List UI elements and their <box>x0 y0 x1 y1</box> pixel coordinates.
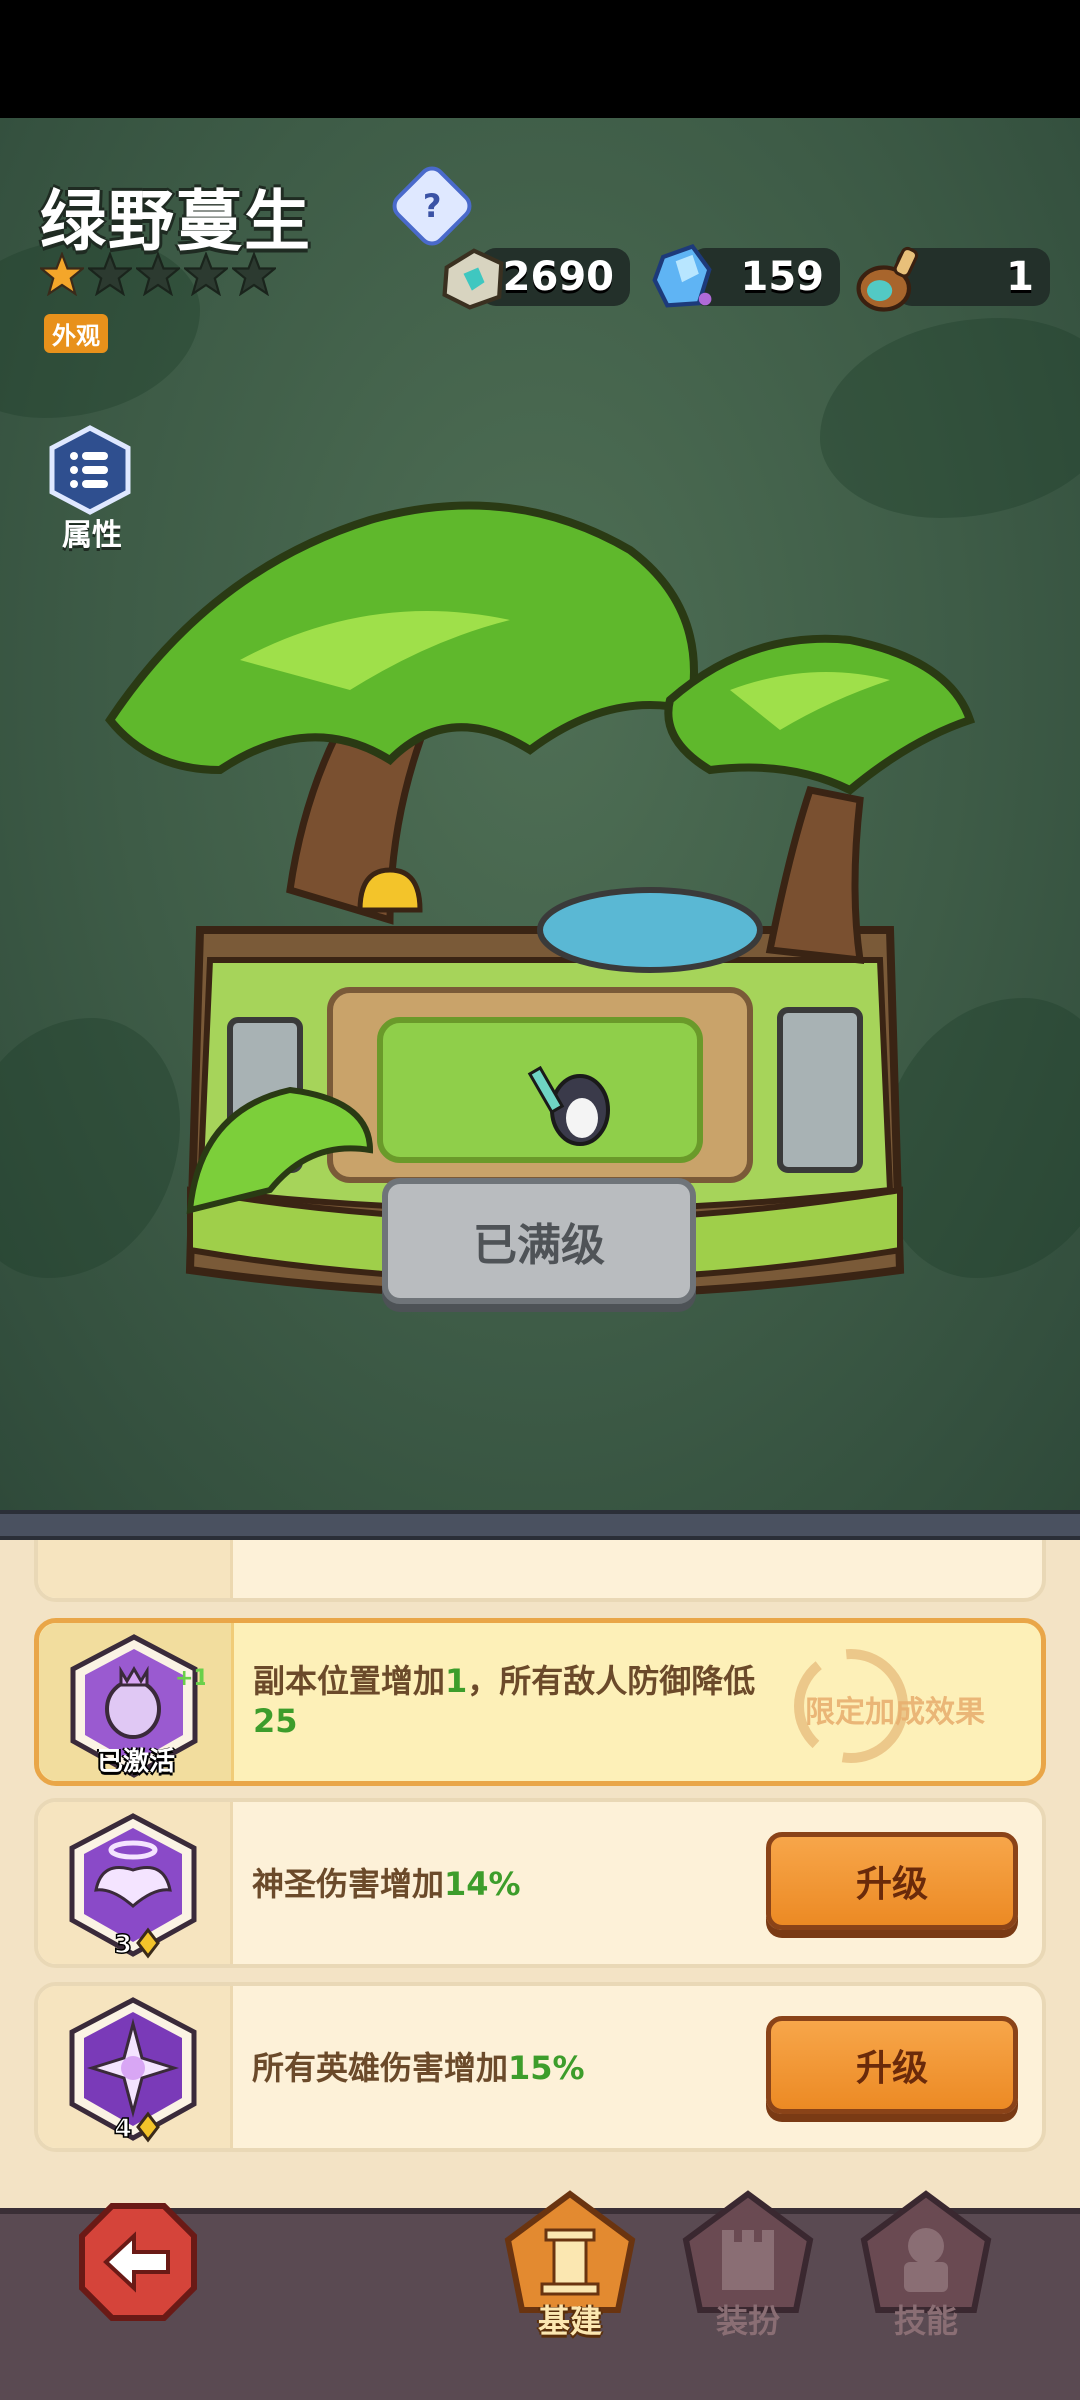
upgrade-button[interactable]: 升级 <box>766 1832 1018 1930</box>
question-icon: ? <box>422 187 442 225</box>
cost-gem-icon: 4 <box>113 2111 160 2144</box>
nav-label-skills[interactable]: 技能 <box>856 2296 996 2342</box>
star-filled-icon <box>40 252 84 296</box>
perk-description: 所有英雄伤害增加15% <box>252 2049 585 2087</box>
star-empty-icon <box>136 252 180 296</box>
max-level-button[interactable]: 已满级 <box>382 1178 696 1304</box>
panel-divider <box>0 1510 1080 1540</box>
background-leaf <box>820 318 1080 518</box>
perk-card-all-heroes-damage: 4 所有英雄伤害增加15% 升级 <box>34 1982 1046 2152</box>
horn-scroll-icon <box>856 246 919 312</box>
currency-value: 159 <box>740 254 825 300</box>
activated-tag: 已激活 <box>96 1747 175 1777</box>
perk-card-partial <box>34 1540 1046 1602</box>
game-screen: 绿野蔓生 ? 外观 2690 159 1 属性 已满级 +1 已激活 副本位置增… <box>0 0 1080 2400</box>
cost-gem-icon: 3 <box>113 1927 160 1960</box>
star-empty-icon <box>88 252 132 296</box>
perk-list-panel[interactable]: +1 已激活 副本位置增加1，所有敌人防御降低25 限定加成效果 3 神圣伤害增… <box>0 1540 1080 2208</box>
star-rating <box>40 252 276 296</box>
cost-value: 4 <box>114 2114 132 2144</box>
perk-icon-column <box>38 1540 233 1598</box>
skin-tag[interactable]: 外观 <box>44 314 108 353</box>
upgrade-button[interactable]: 升级 <box>766 2016 1018 2114</box>
perk-description: 副本位置增加1，所有敌人防御降低25 <box>253 1662 756 1740</box>
cost-value: 3 <box>114 1930 132 1960</box>
crystal-icon <box>652 243 712 308</box>
castle-icon <box>722 2230 774 2290</box>
perk-card-active[interactable]: +1 已激活 副本位置增加1，所有敌人防御降低25 限定加成效果 <box>34 1618 1046 1786</box>
perk-card-holy-damage: 3 神圣伤害增加14% 升级 <box>34 1798 1046 1968</box>
stone-icon <box>442 248 504 310</box>
list-icon <box>70 452 108 488</box>
svg-text:+1: +1 <box>175 1666 205 1691</box>
perk-description: 神圣伤害增加14% <box>252 1865 521 1903</box>
star-empty-icon <box>184 252 228 296</box>
currency-value: 2690 <box>502 254 614 300</box>
back-button[interactable] <box>76 2200 200 2324</box>
perk-icon-column: +1 已激活 <box>39 1623 234 1781</box>
currency-value: 1 <box>1006 254 1034 300</box>
max-level-label: 已满级 <box>473 1220 605 1271</box>
nav-label-construction[interactable]: 基建 <box>500 2296 640 2342</box>
status-bar <box>0 0 1080 118</box>
star-empty-icon <box>232 252 276 296</box>
upgrade-label: 升级 <box>855 1864 928 1905</box>
perk-icon-column: 4 <box>38 1986 233 2148</box>
nav-label-dressup[interactable]: 装扮 <box>678 2296 818 2342</box>
perk-icon-column: 3 <box>38 1802 233 1964</box>
limited-effect-label: 限定加成效果 <box>805 1695 985 1730</box>
upgrade-label: 升级 <box>855 2048 928 2089</box>
building-title: 绿野蔓生 <box>40 183 312 260</box>
